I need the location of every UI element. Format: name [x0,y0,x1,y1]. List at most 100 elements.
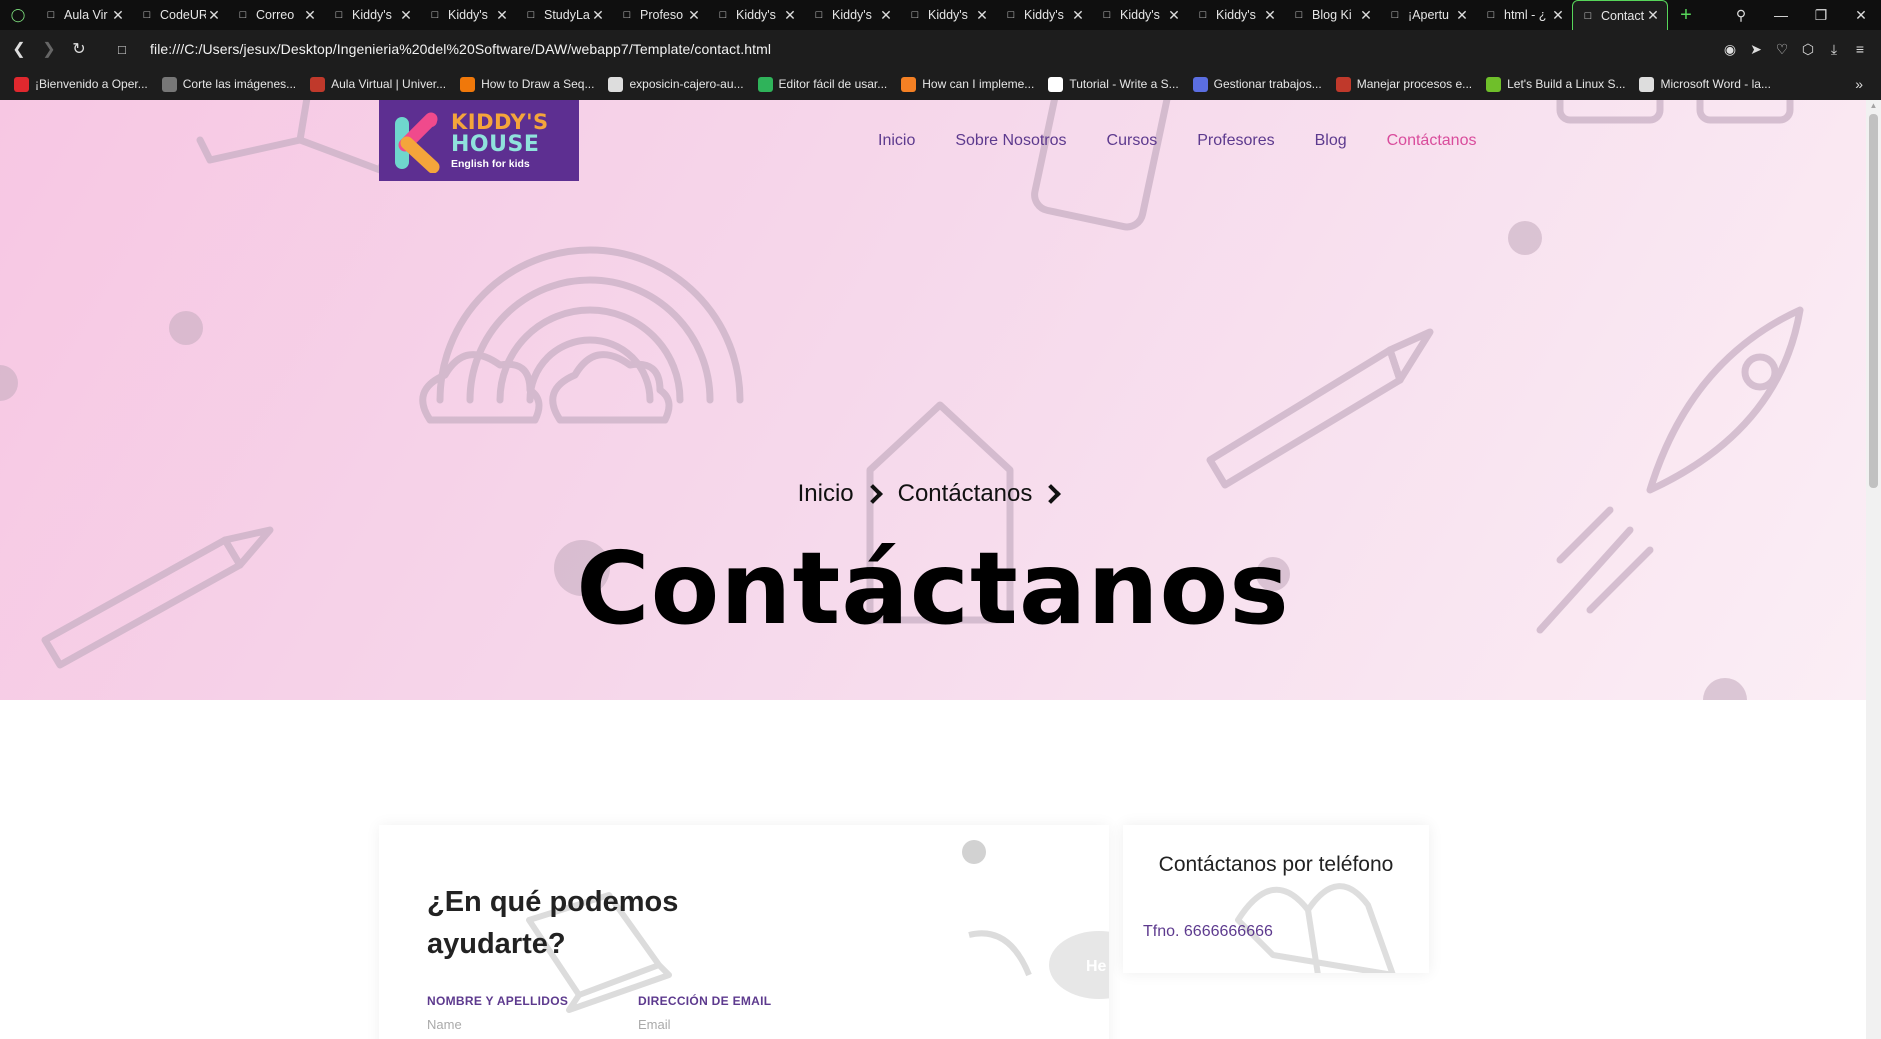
close-icon[interactable]: ✕ [110,7,126,24]
window-controls: ⚲ — ❐ ✕ [1721,0,1881,30]
nav-link-blog[interactable]: Blog [1315,132,1347,150]
tab-title: Kiddy's [832,8,872,22]
page-scrollbar[interactable]: ▲ [1866,100,1881,1039]
nav-link-cursos[interactable]: Cursos [1107,132,1158,150]
close-icon[interactable]: ✕ [302,7,318,24]
page-icon: □ [431,9,439,21]
browser-tab[interactable]: □ Kiddy's ✕ [804,0,900,30]
phone-number[interactable]: Tfno. 6666666666 [1143,923,1273,941]
linux-icon [1486,76,1502,92]
browser-tab[interactable]: □ html - ¿ ✕ [1476,0,1572,30]
site-logo[interactable]: KIDDY'S HOUSE English for kids [379,100,579,181]
browser-tab[interactable]: □ Kiddy's ✕ [996,0,1092,30]
url-field[interactable]: file:///C:/Users/jesux/Desktop/Ingenieri… [150,41,771,57]
browser-tab[interactable]: □ Kiddy's ✕ [708,0,804,30]
minimize-button[interactable]: — [1761,7,1801,23]
bookmark-label: Editor fácil de usar... [778,77,888,91]
bookmark-item[interactable]: How to Draw a Seq... [460,76,594,92]
close-icon[interactable]: ✕ [1550,7,1566,24]
menu-icon[interactable]: ≡ [1847,41,1873,57]
browser-tab[interactable]: □ Kiddy's ✕ [900,0,996,30]
scrollbar-thumb[interactable] [1869,114,1878,488]
bookmark-item[interactable]: ¡Bienvenido a Oper... [14,76,148,92]
browser-tab[interactable]: □ Contact ✕ [1572,0,1668,30]
extensions-icon[interactable]: ⬡ [1795,41,1821,58]
browser-tab[interactable]: □ StudyLa ✕ [516,0,612,30]
bookmark-item[interactable]: Editor fácil de usar... [757,76,888,92]
close-window-button[interactable]: ✕ [1841,7,1881,24]
page-title: Contáctanos [576,530,1290,647]
bookmark-item[interactable]: Microsoft Word - la... [1639,76,1771,92]
close-icon[interactable]: ✕ [398,7,414,24]
email-input[interactable] [638,1017,818,1032]
browser-tab[interactable]: □ Kiddy's ✕ [420,0,516,30]
bookmark-item[interactable]: exposicin-cajero-au... [608,76,744,92]
close-icon[interactable]: ✕ [974,7,990,24]
close-icon[interactable]: ✕ [878,7,894,24]
bookmark-item[interactable]: Manejar procesos e... [1335,76,1473,92]
scroll-up-icon[interactable]: ▲ [1869,102,1878,110]
nav-link-sobre-nosotros[interactable]: Sobre Nosotros [955,132,1066,150]
browser-tab[interactable]: □ Aula Vir ✕ [36,0,132,30]
close-icon[interactable]: ✕ [1358,7,1374,24]
bookmark-label: Gestionar trabajos... [1213,77,1322,91]
bookmark-item[interactable]: Let's Build a Linux S... [1486,76,1625,92]
new-tab-button[interactable]: + [1668,4,1704,27]
search-tabs-icon[interactable]: ⚲ [1721,7,1761,24]
page-icon: □ [815,9,823,21]
bookmark-item[interactable]: Corte las imágenes... [161,76,297,92]
download-icon[interactable]: ⤓ [1821,41,1847,58]
camera-icon[interactable]: ◉ [1717,41,1743,58]
bookmark-label: ¡Bienvenido a Oper... [35,77,148,91]
close-icon[interactable]: ✕ [1070,7,1086,24]
close-icon[interactable]: ✕ [1262,7,1278,24]
page-icon: □ [1584,9,1592,22]
address-bar-actions: ◉ ➤ ♡ ⬡ ⤓ ≡ [1717,30,1873,68]
browser-tab[interactable]: □ Kiddy's ✕ [1092,0,1188,30]
browser-tab[interactable]: □ Profeso ✕ [612,0,708,30]
close-icon[interactable]: ✕ [590,7,606,24]
browser-tab[interactable]: □ Blog Ki ✕ [1284,0,1380,30]
page-icon: □ [335,9,343,21]
close-icon[interactable]: ✕ [1645,7,1661,24]
breadcrumb-home[interactable]: Inicio [798,480,854,508]
browser-tab[interactable]: □ Kiddy's ✕ [1188,0,1284,30]
bookmark-item[interactable]: How can I impleme... [901,76,1034,92]
browser-tab[interactable]: □ CodeUR ✕ [132,0,228,30]
browser-tab[interactable]: □ Correo ✕ [228,0,324,30]
page-icon: □ [1007,9,1015,21]
nav-link-profesores[interactable]: Profesores [1197,132,1274,150]
logo-text: KIDDY'S HOUSE English for kids [451,109,549,170]
bookmark-item[interactable]: Gestionar trabajos... [1192,76,1322,92]
restore-button[interactable]: ❐ [1801,7,1841,24]
nav-link-contactanos[interactable]: Contáctanos [1387,132,1477,150]
back-button[interactable]: ❮ [4,39,34,59]
close-icon[interactable]: ✕ [206,7,222,24]
heart-icon[interactable]: ♡ [1769,41,1795,58]
send-icon[interactable]: ➤ [1743,41,1769,58]
browser-tab[interactable]: □ ¡Apertu ✕ [1380,0,1476,30]
close-icon[interactable]: ✕ [782,7,798,24]
tab-title: Kiddy's [1120,8,1160,22]
page-icon: □ [1295,9,1303,21]
reload-button[interactable]: ↻ [64,39,94,59]
phone-contact-card: Contáctanos por teléfono Tfno. 666666666… [1123,825,1429,973]
browser-tab[interactable]: □ Kiddy's ✕ [324,0,420,30]
tab-title: Kiddy's [928,8,968,22]
tab-title: Profeso [640,8,684,22]
bookmark-label: Manejar procesos e... [1356,77,1473,91]
bookmark-item[interactable]: Tutorial - Write a S... [1048,76,1179,92]
close-icon[interactable]: ✕ [494,7,510,24]
browser-menu-icon[interactable]: ◯ [0,0,36,30]
logo-line-1: KIDDY'S [451,109,549,134]
close-icon[interactable]: ✕ [686,7,702,24]
forward-button[interactable]: ❯ [34,39,64,59]
bookmark-label: Corte las imágenes... [182,77,297,91]
page-info-icon[interactable]: □ [118,42,138,57]
bookmark-item[interactable]: Aula Virtual | Univer... [310,76,446,92]
name-input[interactable] [427,1017,607,1032]
more-bookmarks-icon[interactable]: » [1855,76,1863,92]
close-icon[interactable]: ✕ [1454,7,1470,24]
nav-link-inicio[interactable]: Inicio [878,132,915,150]
close-icon[interactable]: ✕ [1166,7,1182,24]
